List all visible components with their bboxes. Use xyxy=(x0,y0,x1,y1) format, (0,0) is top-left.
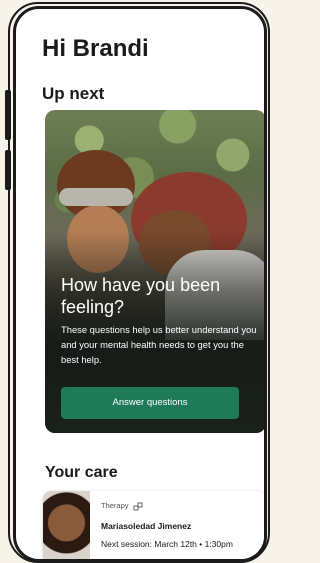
phone-side-button-2 xyxy=(5,150,11,190)
link-icon xyxy=(133,499,143,511)
provider-card[interactable]: Therapy Mariasoledad Jimenez Next sessio… xyxy=(43,491,264,559)
care-type-label: Therapy xyxy=(101,501,129,510)
provider-name: Mariasoledad Jimenez xyxy=(101,521,192,531)
phone-screen: Hi Brandi Up next How have you been feel… xyxy=(13,6,267,562)
card-title: How have you been feeling? xyxy=(61,275,221,317)
phone-side-button xyxy=(5,90,11,140)
photo-person-1-headband xyxy=(59,188,133,206)
answer-questions-button[interactable]: Answer questions xyxy=(61,387,239,419)
check-in-card[interactable]: How have you been feeling? These questio… xyxy=(45,110,264,433)
greeting-title: Hi Brandi xyxy=(42,35,149,62)
your-care-heading: Your care xyxy=(45,464,118,481)
up-next-heading: Up next xyxy=(42,84,105,103)
provider-avatar xyxy=(43,491,90,559)
card-description: These questions help us better understan… xyxy=(61,324,257,365)
next-session-text: Next session: March 12th • 1:30pm xyxy=(101,539,233,549)
